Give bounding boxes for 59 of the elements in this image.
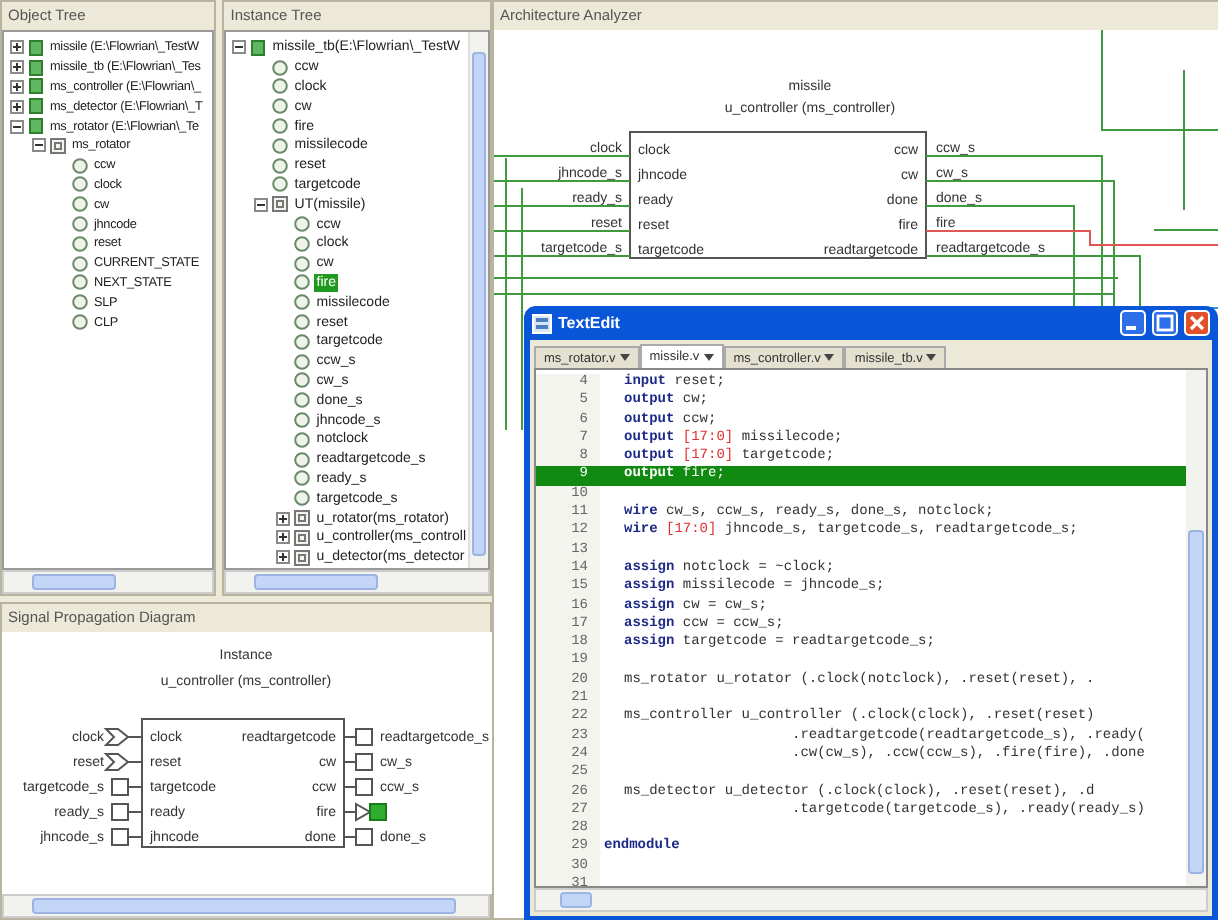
caret-icon xyxy=(703,353,714,361)
close-button[interactable] xyxy=(1184,310,1210,336)
circle-icon xyxy=(72,294,88,311)
circle-icon xyxy=(272,176,289,193)
module-block[interactable] xyxy=(629,131,927,259)
module-block[interactable] xyxy=(141,718,345,848)
vertical-scrollbar[interactable] xyxy=(468,32,488,568)
caret-icon xyxy=(619,354,630,362)
horizontal-scrollbar[interactable] xyxy=(2,894,490,918)
circle-icon xyxy=(294,294,311,311)
maximize-button[interactable] xyxy=(1152,310,1178,336)
square-icon xyxy=(294,549,311,566)
app-icon xyxy=(532,313,552,333)
circle-icon xyxy=(294,235,311,252)
expander-icon[interactable] xyxy=(276,530,291,545)
horizontal-scrollbar[interactable] xyxy=(534,888,1208,912)
expander-icon[interactable] xyxy=(10,99,24,114)
square-icon xyxy=(294,510,311,527)
circle-icon xyxy=(294,333,311,350)
circle-icon xyxy=(72,314,88,331)
circle-icon xyxy=(294,274,311,291)
circle-icon xyxy=(294,431,311,448)
circle-icon xyxy=(294,372,311,389)
expander-icon[interactable] xyxy=(10,60,24,75)
circle-icon xyxy=(272,157,289,174)
circle-icon xyxy=(294,216,311,233)
vertical-scrollbar[interactable] xyxy=(1186,370,1206,886)
circle-icon xyxy=(294,490,311,507)
circle-icon xyxy=(72,196,88,213)
expander-icon[interactable] xyxy=(254,197,269,212)
circle-icon xyxy=(294,255,311,272)
document-icon xyxy=(250,39,267,56)
caret-icon xyxy=(926,354,937,362)
expander-icon[interactable] xyxy=(276,511,291,526)
circle-icon xyxy=(294,451,311,468)
circle-icon xyxy=(294,412,311,429)
window-title: TextEdit xyxy=(558,314,620,332)
circle-icon xyxy=(294,392,311,409)
circle-icon xyxy=(294,353,311,370)
circle-icon xyxy=(294,314,311,331)
circle-icon xyxy=(272,59,289,76)
circle-icon xyxy=(272,137,289,154)
horizontal-scrollbar[interactable] xyxy=(224,570,490,594)
expander-icon[interactable] xyxy=(232,40,247,55)
expander-icon[interactable] xyxy=(10,40,24,55)
circle-icon xyxy=(272,98,289,115)
expander-icon[interactable] xyxy=(32,138,46,153)
square-icon xyxy=(50,137,66,154)
square-icon xyxy=(294,529,311,546)
caret-icon xyxy=(824,354,835,362)
expander-icon[interactable] xyxy=(10,119,24,134)
minimize-button[interactable] xyxy=(1120,310,1146,336)
horizontal-scrollbar[interactable] xyxy=(2,570,215,594)
circle-icon xyxy=(272,78,289,95)
circle-icon xyxy=(272,118,289,135)
expander-icon[interactable] xyxy=(276,550,291,565)
expander-icon[interactable] xyxy=(10,79,24,94)
square-icon xyxy=(272,196,289,213)
circle-icon xyxy=(294,470,311,487)
